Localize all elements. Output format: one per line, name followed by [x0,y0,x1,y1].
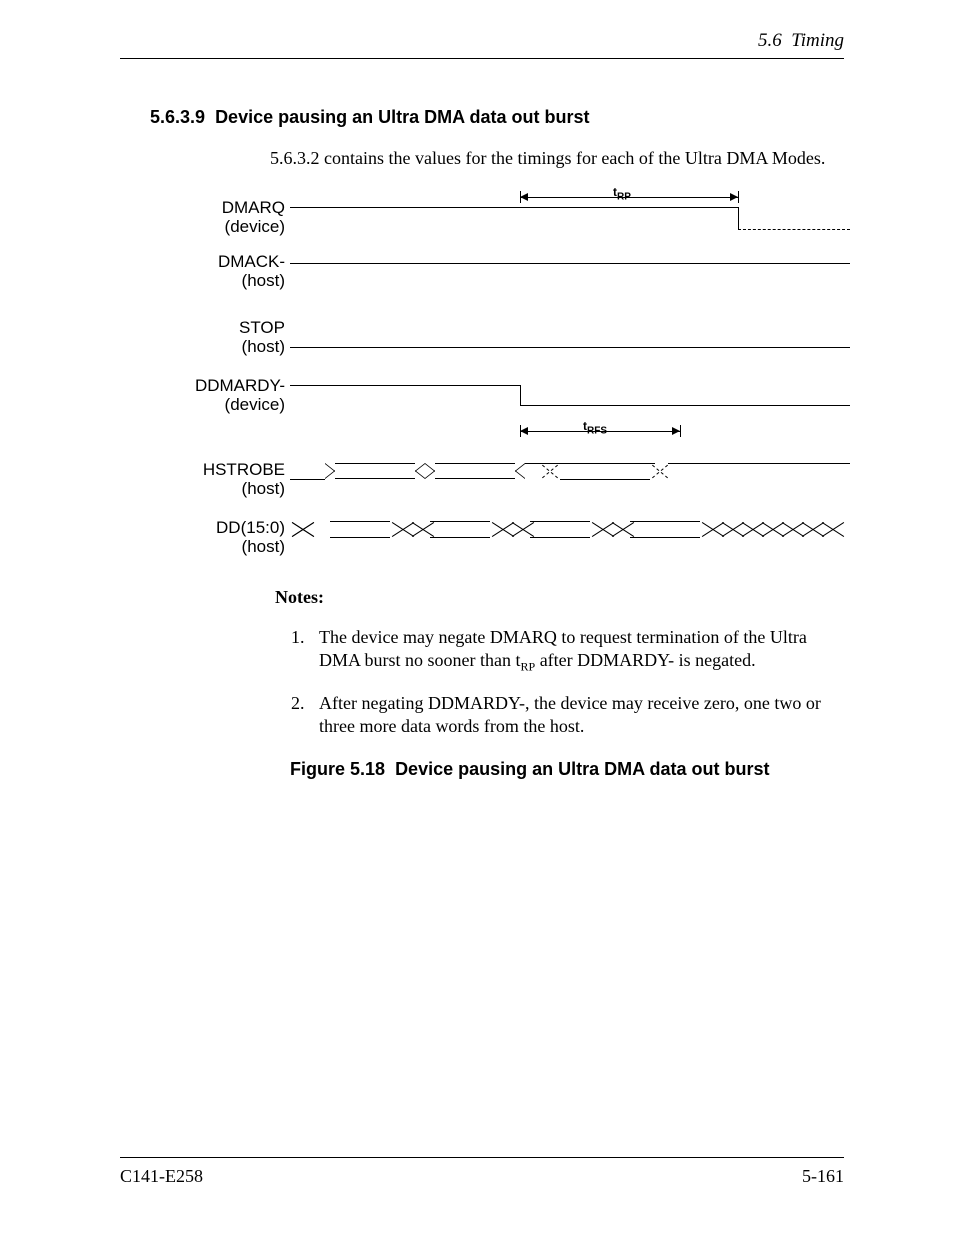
section-heading: 5.6.3.9 Device pausing an Ultra DMA data… [150,107,844,128]
notes-list: The device may negate DMARQ to request t… [275,626,844,737]
footer-page: 5-161 [802,1166,844,1187]
notes-heading: Notes: [275,587,844,608]
footer-doc-id: C141-E258 [120,1166,203,1187]
figure-title: Device pausing an Ultra DMA data out bur… [395,759,769,779]
signal-label-hstrobe: HSTROBE(host) [170,461,285,498]
header-section-ref: 5.6 [758,30,782,51]
running-header: 5.6 Timing [120,30,844,59]
dim-trp: tRP [290,191,850,203]
wave-dd [290,521,850,539]
wave-hstrobe [290,463,850,481]
trfs-sub: RFS [587,425,607,436]
page: 5.6 Timing 5.6.3.9 Device pausing an Ult… [0,0,954,1235]
signal-label-dmack: DMACK-(host) [170,253,285,290]
trp-sub: RP [617,191,631,202]
signal-label-ddmardy: DDMARDY-(device) [170,377,285,414]
signal-label-dmarq: DMARQ(device) [170,199,285,236]
wave-ddmardy [290,385,850,407]
page-footer: C141-E258 5-161 [120,1157,844,1187]
wave-dmarq [290,207,850,237]
section-number: 5.6.3.9 [150,107,205,127]
dim-trfs: tRFS [290,425,850,439]
section-title: Device pausing an Ultra DMA data out bur… [215,107,589,127]
header-section-title: Timing [791,30,844,51]
timing-diagram: DMARQ(device) DMACK-(host) STOP(host) DD… [170,197,850,557]
signal-label-dd: DD(15:0)(host) [170,519,285,556]
note-2: After negating DDMARDY-, the device may … [309,692,844,737]
notes: Notes: The device may negate DMARQ to re… [275,587,844,737]
figure-caption: Figure 5.18 Device pausing an Ultra DMA … [290,759,844,780]
figure-label: Figure 5.18 [290,759,385,779]
signal-label-stop: STOP(host) [170,319,285,356]
note-1-text: The device may negate DMARQ to request t… [319,627,807,670]
section-intro: 5.6.3.2 contains the values for the timi… [270,148,844,169]
note-1: The device may negate DMARQ to request t… [309,626,844,674]
